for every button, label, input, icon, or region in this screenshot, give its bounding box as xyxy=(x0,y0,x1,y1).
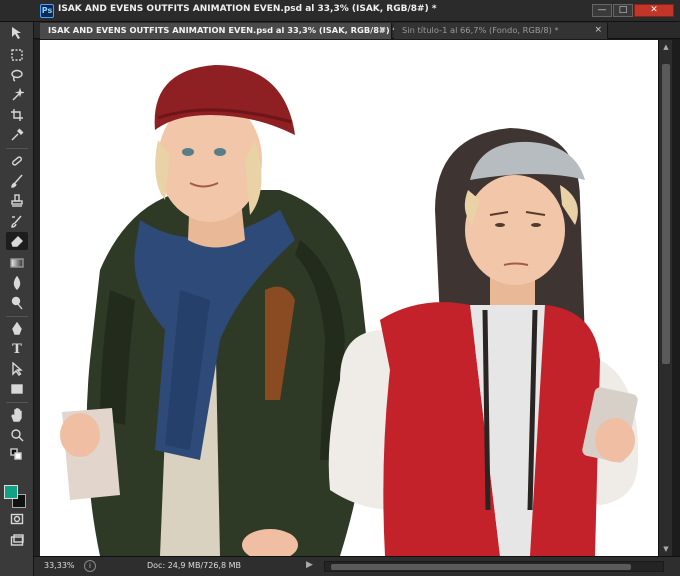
zoom-level[interactable]: 33,33% xyxy=(44,561,75,570)
history-brush-tool-icon[interactable] xyxy=(6,212,28,230)
document-tab-bar: ISAK AND EVENS OUTFITS ANIMATION EVEN.ps… xyxy=(34,22,680,39)
illustration-artwork xyxy=(60,65,639,556)
photoshop-app-icon[interactable]: Ps xyxy=(40,4,54,18)
pen-tool-icon[interactable] xyxy=(6,320,28,338)
type-tool-icon[interactable]: T xyxy=(6,340,28,358)
tab-sin-titulo-1[interactable]: Sin título-1 al 66,7% (Fondo, RGB/8) * × xyxy=(394,23,608,39)
document-size-info: Doc: 24,9 MB/726,8 MB xyxy=(147,561,241,570)
screen-mode-icon[interactable] xyxy=(6,532,28,550)
brush-tool-icon[interactable] xyxy=(6,172,28,190)
horizontal-scrollbar[interactable] xyxy=(324,561,664,572)
tools-panel: T xyxy=(0,22,34,576)
quick-mask-icon[interactable] xyxy=(6,510,28,528)
tab-close-icon[interactable]: × xyxy=(594,23,602,38)
lasso-tool-icon[interactable] xyxy=(6,66,28,84)
tab-label: ISAK AND EVENS OUTFITS ANIMATION EVEN.ps… xyxy=(48,25,397,35)
blur-tool-icon[interactable] xyxy=(6,274,28,292)
default-colors-icon[interactable] xyxy=(6,446,28,464)
eyedropper-tool-icon[interactable] xyxy=(6,126,28,144)
tools-divider xyxy=(6,148,28,149)
shape-tool-icon[interactable] xyxy=(6,380,28,398)
hand-tool-icon[interactable] xyxy=(6,406,28,424)
crop-tool-icon[interactable] xyxy=(6,106,28,124)
vertical-scroll-thumb[interactable] xyxy=(662,64,670,364)
tab-isak-and-evens-document[interactable]: ISAK AND EVENS OUTFITS ANIMATION EVEN.ps… xyxy=(40,23,397,39)
marquee-tool-icon[interactable] xyxy=(6,46,28,64)
vertical-scrollbar[interactable]: ▲ ▼ xyxy=(658,40,672,556)
isak-figure xyxy=(60,65,371,556)
window-title-bar: Ps ISAK AND EVENS OUTFITS ANIMATION EVEN… xyxy=(0,0,680,22)
gradient-tool-icon[interactable] xyxy=(6,254,28,272)
move-tool-icon[interactable] xyxy=(6,24,28,42)
path-selection-tool-icon[interactable] xyxy=(6,360,28,378)
maximize-button[interactable]: □ xyxy=(613,4,633,17)
even-figure xyxy=(328,128,639,556)
healing-brush-tool-icon[interactable] xyxy=(6,152,28,170)
zoom-tool-icon[interactable] xyxy=(6,426,28,444)
dodge-tool-icon[interactable] xyxy=(6,294,28,312)
clone-stamp-tool-icon[interactable] xyxy=(6,192,28,210)
minimize-button[interactable]: — xyxy=(592,4,612,17)
tools-divider xyxy=(6,402,28,403)
magic-wand-tool-icon[interactable] xyxy=(6,86,28,104)
foreground-color-swatch[interactable] xyxy=(4,485,18,499)
tab-close-icon[interactable]: × xyxy=(378,23,386,38)
scroll-down-icon[interactable]: ▼ xyxy=(661,544,671,554)
scroll-up-icon[interactable]: ▲ xyxy=(661,42,671,52)
eraser-tool-icon[interactable] xyxy=(6,232,28,250)
horizontal-scroll-thumb[interactable] xyxy=(331,564,631,570)
tools-divider xyxy=(6,316,28,317)
status-bar: 33,33% i Doc: 24,9 MB/726,8 MB ▶ xyxy=(34,556,680,576)
status-info-icon[interactable]: i xyxy=(84,560,96,572)
tab-label: Sin título-1 al 66,7% (Fondo, RGB/8) * xyxy=(402,25,559,35)
close-window-button[interactable]: ✕ xyxy=(634,4,674,17)
document-canvas[interactable] xyxy=(40,40,658,556)
window-right-edge xyxy=(672,40,680,576)
window-title: ISAK AND EVENS OUTFITS ANIMATION EVEN.ps… xyxy=(58,4,437,14)
status-menu-arrow-icon[interactable]: ▶ xyxy=(306,560,313,570)
